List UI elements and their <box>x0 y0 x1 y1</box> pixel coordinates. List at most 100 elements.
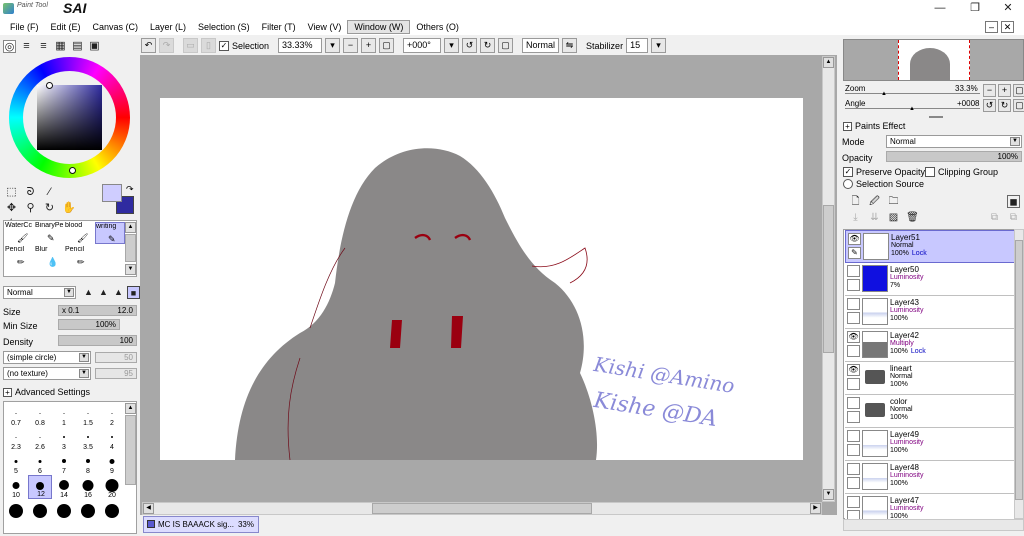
brush-list-scroll-thumb[interactable] <box>125 234 136 262</box>
rgb-slider-tab-icon[interactable]: ≡ <box>20 40 33 53</box>
brush-watercc[interactable]: WaterCc 🖌 <box>5 222 35 244</box>
zoom-out-button[interactable]: − <box>343 38 359 53</box>
brush-blend-mode-select[interactable]: Normal ▼ <box>3 286 76 299</box>
clear-layer-icon[interactable]: ▨ <box>887 211 900 224</box>
menu-edit[interactable]: Edit (E) <box>45 21 87 33</box>
canvas-scroll-down[interactable]: ▼ <box>823 489 834 500</box>
color-wheel-tab-icon[interactable]: ◎ <box>3 40 16 53</box>
brush-list-scroll-down[interactable]: ▼ <box>125 264 136 275</box>
menu-selection[interactable]: Selection (S) <box>192 21 256 33</box>
eye-icon[interactable] <box>847 265 860 277</box>
size-grid-scroll-up[interactable]: ▲ <box>125 403 136 414</box>
new-folder-icon[interactable]: 🗀 <box>887 195 900 208</box>
menu-view[interactable]: View (V) <box>302 21 348 33</box>
brush-size-preset[interactable]: 0.7 <box>4 403 28 427</box>
layer-select-box[interactable] <box>847 279 860 291</box>
layer-opacity-slider[interactable]: 100% <box>886 151 1022 162</box>
mixer-tab-icon[interactable]: ▤ <box>71 40 84 53</box>
nav-zoom-thumb[interactable]: ▲ <box>881 91 887 97</box>
brush-binarype[interactable]: BinaryPe ✎ <box>35 222 65 244</box>
eye-icon[interactable]: 👁 <box>847 364 860 376</box>
rect-select-icon[interactable]: ⬚ <box>5 186 18 199</box>
nav-zoom-in-button[interactable]: + <box>998 84 1011 97</box>
brush-size-preset[interactable]: 12 <box>28 475 52 499</box>
brush-size-preset[interactable]: 1.5 <box>76 403 100 427</box>
canvas-hscroll-thumb[interactable] <box>372 503 592 514</box>
undo-button[interactable]: ↶ <box>141 38 156 53</box>
brush-texture-select[interactable]: (no texture) ▼ <box>3 367 91 380</box>
selection-source-option[interactable]: Selection Source <box>843 179 924 189</box>
layer-select-box[interactable] <box>847 312 860 324</box>
rotate-reset-button[interactable]: ▢ <box>498 38 514 53</box>
close-icon[interactable]: ✕ <box>1001 2 1015 14</box>
canvas-scroll-right[interactable]: ▶ <box>810 503 821 514</box>
canvas-vscroll-thumb[interactable] <box>823 205 834 353</box>
magic-wand-icon[interactable]: ⁄ <box>43 186 56 199</box>
brush-size-preset[interactable]: 7 <box>52 451 76 475</box>
layer-row-layer43[interactable]: Layer43 Luminosity 100% <box>845 296 1015 329</box>
menu-file[interactable]: File (F) <box>4 21 45 33</box>
delete-layer-icon[interactable]: 🗑 <box>906 211 919 224</box>
brush-size-preset[interactable]: 6 <box>28 451 52 475</box>
layer-panel-option-icon[interactable]: ◼ <box>1007 195 1020 208</box>
layer-list-scroll-thumb[interactable] <box>1015 240 1023 500</box>
eye-icon[interactable] <box>847 397 860 409</box>
stabilizer-dropdown-icon[interactable]: ▾ <box>651 38 667 53</box>
clipping-group-checkbox[interactable] <box>925 167 935 177</box>
swatches-tab-icon[interactable]: ▦ <box>54 40 67 53</box>
brush-size-preset[interactable]: 16 <box>76 475 100 499</box>
zoom-reset-button[interactable]: ▢ <box>379 38 395 53</box>
flip-button[interactable]: ⇋ <box>562 38 578 53</box>
layer-row-layer51[interactable]: 👁 ✎ Layer51 Normal 100% Lock <box>845 230 1015 263</box>
nav-rotate-reset-button[interactable]: ▢ <box>1013 99 1024 112</box>
brush-shape-strength[interactable]: 50 <box>95 352 137 363</box>
sv-marker[interactable] <box>69 167 76 174</box>
edge-medium-icon[interactable]: ▲ <box>97 286 110 299</box>
brush-size-preset[interactable]: 20 <box>100 475 124 499</box>
mdi-minimize-icon[interactable]: – <box>985 21 998 33</box>
preserve-opacity-checkbox[interactable]: ✓ <box>843 167 853 177</box>
hue-marker[interactable] <box>46 82 53 89</box>
layer-select-box[interactable] <box>847 345 860 357</box>
eye-icon[interactable] <box>847 463 860 475</box>
brush-size-preset[interactable]: 1 <box>52 403 76 427</box>
navigator-preview[interactable] <box>843 39 1024 81</box>
merge-down-icon[interactable]: ⇊ <box>868 211 881 224</box>
brush-size-preset[interactable]: 9 <box>100 451 124 475</box>
brush-size-preset[interactable]: 4 <box>100 427 124 451</box>
menu-filter[interactable]: Filter (T) <box>256 21 302 33</box>
brush-size-preset[interactable]: 3.5 <box>76 427 100 451</box>
preserve-opacity-option[interactable]: ✓ Preserve Opacity <box>843 167 925 177</box>
selection-checkbox[interactable]: ✓ <box>219 40 229 51</box>
brush-pencil[interactable]: Pencil ✏ <box>65 246 95 268</box>
menu-canvas[interactable]: Canvas (C) <box>87 21 145 33</box>
nav-zoom-out-button[interactable]: − <box>983 84 996 97</box>
edge-square-icon[interactable]: ■ <box>127 286 140 299</box>
panel-splitter[interactable] <box>929 116 943 118</box>
layer-row-layer42[interactable]: 👁 Layer42 Multiply 100% Lock <box>845 329 1015 362</box>
density-slider[interactable]: 100 <box>58 335 137 346</box>
eye-icon[interactable]: 👁 <box>848 233 861 245</box>
lasso-icon[interactable]: ᘐ <box>24 186 37 199</box>
rotate-right-button[interactable]: ↻ <box>480 38 496 53</box>
brush-size-preset[interactable] <box>100 499 124 523</box>
nav-zoom-slider[interactable] <box>845 93 980 94</box>
brush-blur[interactable]: Blur 💧 <box>35 246 65 268</box>
brush-size-preset[interactable]: 3 <box>52 427 76 451</box>
layer-select-box[interactable] <box>847 378 860 390</box>
rotate-left-button[interactable]: ↺ <box>462 38 478 53</box>
brush-size-preset[interactable]: 2 <box>100 403 124 427</box>
brush-size-preset[interactable] <box>4 499 28 523</box>
canvas-scroll-up[interactable]: ▲ <box>823 57 834 68</box>
brush-size-preset[interactable] <box>28 499 52 523</box>
brush-blood[interactable]: blood 🖌 <box>65 222 95 244</box>
eye-icon[interactable] <box>847 496 860 508</box>
layer-row-layer48[interactable]: Layer48 Luminosity 100% <box>845 461 1015 494</box>
mdi-close-icon[interactable]: ✕ <box>1001 21 1014 33</box>
swap-colors-icon[interactable]: ↷ <box>126 184 134 195</box>
invert-selection-button[interactable]: ▯ <box>201 38 216 53</box>
brush-pencil[interactable]: Pencil ✏ <box>5 246 35 268</box>
brush-list-scroll-up[interactable]: ▲ <box>125 222 136 233</box>
menu-others[interactable]: Others (O) <box>410 21 465 33</box>
layer-mode-select[interactable]: Normal ▼ <box>886 135 1022 148</box>
